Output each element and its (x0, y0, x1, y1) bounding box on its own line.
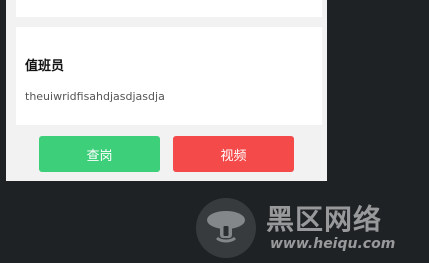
previous-card (16, 0, 322, 17)
duty-card-title: 值班员 (25, 59, 65, 74)
video-button[interactable]: 视频 (173, 136, 294, 172)
watermark-url: www.heiqu.com (270, 236, 396, 252)
duty-card-content: theuiwridfisahdjasdjasdja (25, 90, 165, 103)
duty-panel: 值班员 theuiwridfisahdjasdjasdja 查岗 视频 (6, 0, 327, 181)
screen: 值班员 theuiwridfisahdjasdjasdja 查岗 视频 黑区网络… (0, 0, 429, 263)
check-post-button[interactable]: 查岗 (39, 136, 160, 172)
mushroom-icon (196, 198, 256, 258)
watermark-title: 黑区网络 (266, 203, 383, 236)
duty-card: 值班员 theuiwridfisahdjasdjasdja (16, 27, 322, 125)
